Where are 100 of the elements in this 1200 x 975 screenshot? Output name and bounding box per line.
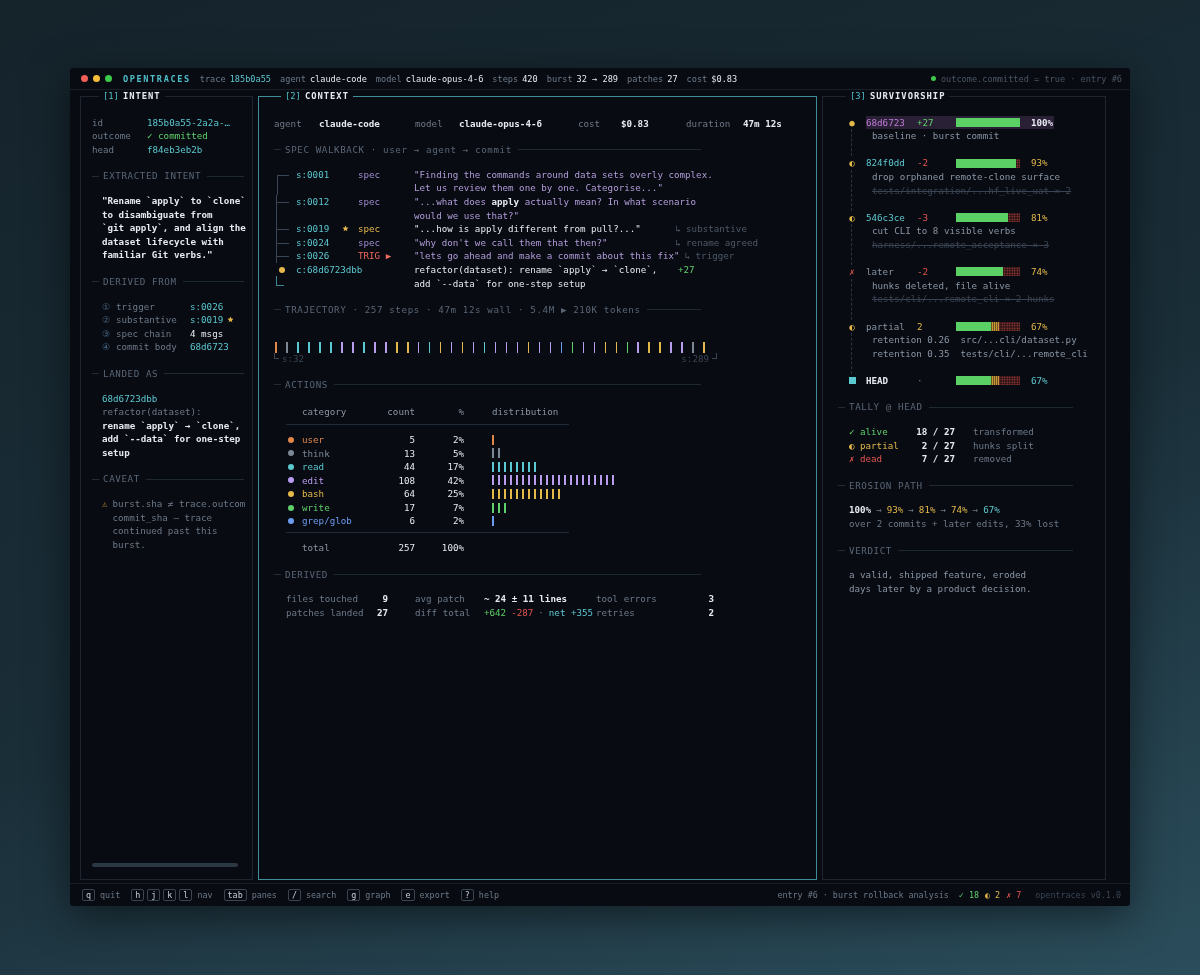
summary-value: claude-opus-4-6 [459,116,543,131]
panel-title: INTENT [122,91,161,101]
item-label: commit body [116,340,178,354]
erosion-step: 74% [951,503,968,518]
tally-count: ✗ 7 [1006,890,1022,900]
section-heading: EROSION PATH [849,478,923,493]
item-value: 68d6723 [190,340,229,354]
stat-value: ~ 24 ± 11 lines [484,592,568,606]
meta-label: burst [546,73,573,84]
tally-note: removed [973,452,1013,466]
message-text: "Finding the commands around data sets overly complex. Let us review them one by one. Categorise..." [414,167,713,195]
table-cell-text: 7% [451,500,464,515]
message-text: "...what does apply actually mean? In what scenario would we use that?" [414,194,697,223]
table-cell-text: 42% [446,473,464,488]
meta-value: 185b0a55 [229,73,272,84]
app-name: OPENTRACES [123,73,191,84]
arrow-separator: → [972,503,979,518]
caveat-text: burst.sha ≠ trace.outcom commit_sha — trace continued past this burst. [112,497,246,552]
item-value: s:0026 [190,299,224,314]
timeline-entry[interactable]: 824f0dd -2 93% [866,156,1054,170]
field-label: id [92,115,105,130]
table-cell-text: 25% [446,487,464,501]
timeline-entry[interactable]: later -2 74% [866,265,1054,279]
table-cell-text: 44 [402,460,415,474]
key-hint: tab [223,889,247,901]
entry-note: hunks deleted, file alive [872,278,1012,293]
timeline-entry[interactable]: partial 2 67% [866,319,1054,334]
section-heading: TALLY @ HEAD [849,400,923,415]
entry-context: entry #6 · burst rollback analysis [777,890,949,900]
entry-label: HEAD [866,373,890,388]
column-header: distribution [492,405,559,419]
removed-path: harness/...remote_acceptance × 3 [872,237,1050,252]
step-note: ↳ rename agreed [675,235,758,250]
table-cell-text: 5% [451,446,464,461]
step-id: s:0001 [296,167,331,182]
step-id: s:0019 [296,222,331,236]
item-number: ① [102,299,111,314]
section-heading: LANDED AS [103,366,159,381]
key-label: nav [197,890,213,900]
axis-label: s:289 [681,352,709,365]
entry-note: drop orphaned remote-clone surface [872,169,1062,184]
section-heading: EXTRACTED INTENT [103,169,202,183]
key-label: export [419,890,450,900]
erosion-step: 67% [983,503,1000,518]
window-maximize-button[interactable] [105,75,112,82]
key-label: quit [100,890,121,900]
meta-label: steps [492,73,519,84]
column-header: count [386,405,415,419]
removed-path: tests/cli/...remote_cli × 2 hunks [872,292,1055,306]
summary-label: agent [274,116,303,131]
window-minimize-button[interactable] [93,75,100,82]
meta-label: cost [686,73,708,84]
tally-mark: ◐ [849,438,856,453]
scrollbar[interactable] [92,863,238,867]
key-hint: e [401,889,415,901]
meta-label: agent [280,73,306,84]
diff-value: -287 [511,605,534,620]
tally-label: dead [860,452,884,466]
window-close-button[interactable] [81,75,88,82]
summary-label: cost [578,116,602,131]
entry-percent: 67% [1031,319,1048,334]
status-marker: ◐ [848,319,856,334]
step-id: c:68d6723dbb [296,262,364,277]
entry-delta: -2 [917,156,930,170]
section-heading: CAVEAT [103,472,140,487]
step-note: ↳ substantive [675,222,747,236]
stat-label: avg patch [415,592,466,606]
panel-title: SURVIVORSHIP [869,91,946,101]
entry-delta: -2 [917,265,930,279]
field-value: ✓ committed [147,129,209,143]
entry-note: baseline · burst commit [872,129,1001,143]
verdict-text: a valid, shipped feature, eroded days later by a product decision. [849,568,1033,596]
tally-mark: ✓ [849,425,856,439]
section-heading: TRAJECTORY · 257 steps · 47m 12s wall · 5.4M ▶ 210K tokens [285,303,641,317]
section-heading: SPEC WALKBACK · user → agent → commit [285,143,512,157]
timeline-entry[interactable]: HEAD · 67% [866,373,1054,388]
entry-delta: 2 [917,319,924,334]
distribution-bar [492,448,500,459]
line-delta: +27 [678,262,695,277]
axis-label: s:32 [282,352,305,365]
key-hint: g [347,889,361,901]
key-label: search [305,890,337,900]
meta-value: claude-code [309,73,367,84]
tally-count: 7 / 27 [920,452,955,466]
item-value: 4 msgs [190,326,224,341]
section-heading: DERIVED [285,567,328,582]
diff-value: net +355 [548,605,594,620]
version-label: opentraces v0.1.0 [1035,890,1121,900]
entry-note: cut CLI to 8 visible verbs [872,224,1017,238]
timeline-entry[interactable]: 68d6723 +27 100% [866,115,1054,130]
meta-value: $0.83 [711,73,738,84]
section-heading: ACTIONS [285,377,328,392]
stat-value: 3 [707,592,714,606]
timeline-entry[interactable]: 546c3ce -3 81% [866,210,1054,225]
step-id: s:0026 [296,249,331,263]
step-tag: spec [358,168,381,180]
entry-percent: 81% [1031,210,1048,225]
table-cell-text: 6 [408,514,415,529]
key-hint: j [147,889,161,901]
key-hint: l [179,889,193,901]
